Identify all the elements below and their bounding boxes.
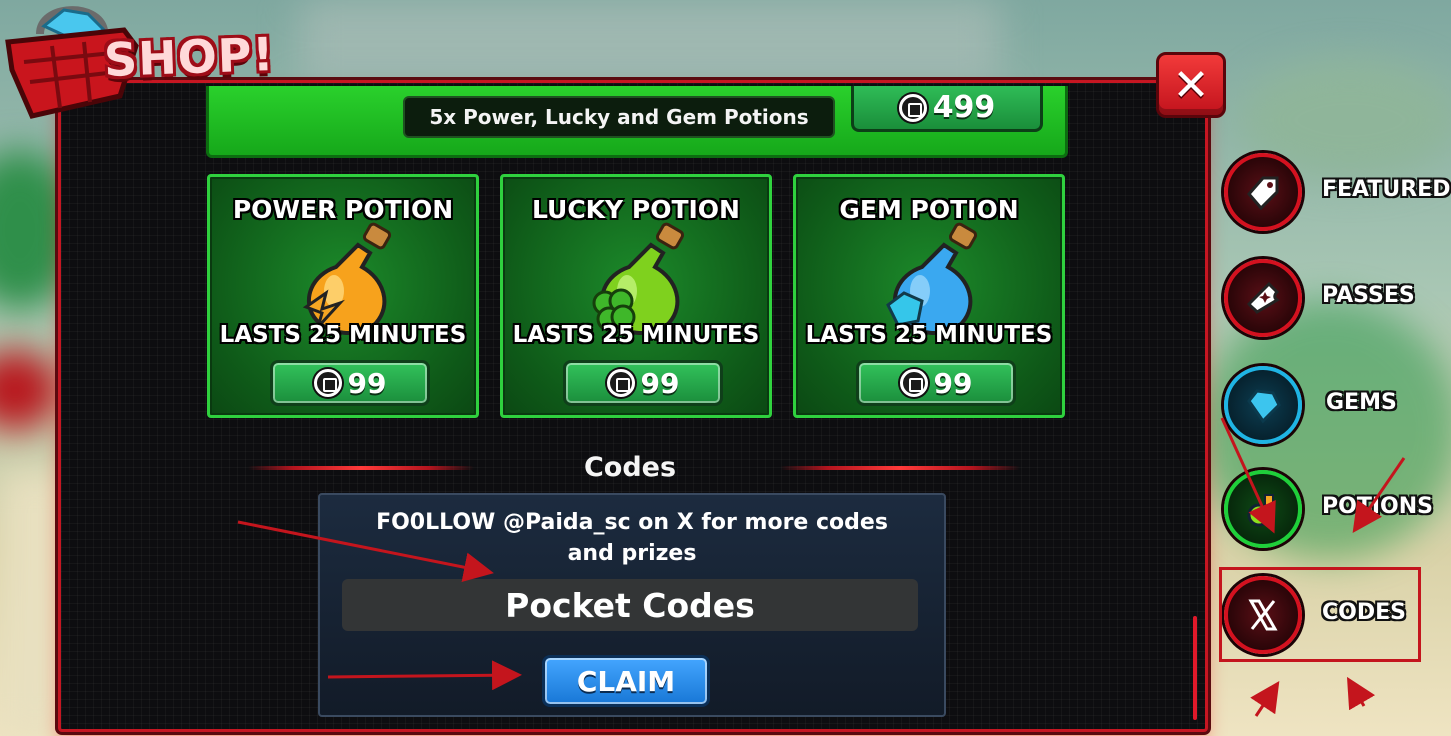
arrow-to-code-input bbox=[237, 520, 494, 583]
arrow-up-right bbox=[1346, 676, 1376, 711]
arrow-up-left bbox=[1250, 681, 1280, 717]
arrow-to-potions bbox=[1220, 417, 1276, 534]
annotation-arrows bbox=[237, 417, 1406, 717]
arrow-to-codes bbox=[1352, 457, 1406, 533]
arrow-to-claim-button bbox=[327, 660, 522, 691]
